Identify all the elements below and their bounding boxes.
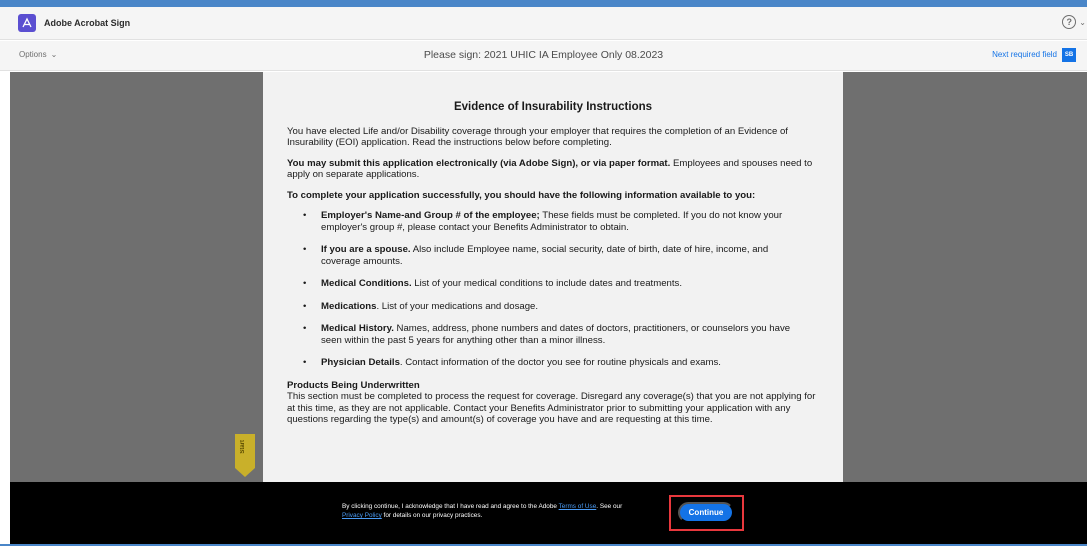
document-page: Evidence of Insurability Instructions Yo… xyxy=(263,72,843,482)
chevron-down-icon[interactable]: ⌄ xyxy=(1079,18,1086,27)
consent-text: By clicking continue, I acknowledge that… xyxy=(342,502,632,520)
consent-text-part1: By clicking continue, I acknowledge that… xyxy=(342,503,559,510)
bullet-glyph: • xyxy=(303,244,307,255)
products-paragraph: This section must be completed to proces… xyxy=(287,391,816,425)
user-initials-badge[interactable]: SB xyxy=(1062,48,1076,62)
list-item-bold: If you are a spouse. xyxy=(321,244,411,255)
continue-button[interactable]: Continue xyxy=(678,502,734,523)
list-item-text: List of your medical conditions to inclu… xyxy=(411,278,682,289)
left-gutter xyxy=(0,72,10,544)
bullet-glyph: • xyxy=(303,323,307,334)
info-heading: To complete your application successfull… xyxy=(287,189,756,201)
start-signing-tag[interactable]: Start xyxy=(235,434,255,477)
list-item-bold: Physician Details xyxy=(321,357,400,368)
bullet-glyph: • xyxy=(303,210,307,221)
next-required-field-link[interactable]: Next required field xyxy=(992,50,1057,59)
list-item-bold: Medical Conditions. xyxy=(321,278,412,289)
bullet-glyph: • xyxy=(303,357,307,368)
top-accent-bar xyxy=(0,0,1087,7)
app-header: Adobe Acrobat Sign ? ⌄ xyxy=(0,7,1087,40)
consent-text-part3: for details on our privacy practices. xyxy=(381,512,483,519)
list-item: • Medical Conditions. List of your medica… xyxy=(287,278,819,290)
list-item: • If you are a spouse. Also include Emplo… xyxy=(287,244,819,267)
list-item-text: . Contact information of the doctor you … xyxy=(399,357,721,368)
list-item: • Medications. List of your medications a… xyxy=(287,301,819,313)
products-heading: Products Being Underwritten xyxy=(287,379,420,391)
consent-bar: By clicking continue, I acknowledge that… xyxy=(10,482,1087,544)
list-item-text: . List of your medications and dosage. xyxy=(376,300,539,312)
list-item-bold: Medical History. xyxy=(321,323,394,334)
brand-name: Adobe Acrobat Sign xyxy=(44,18,131,28)
list-item-bold: Employer's Name-and Group # of the emplo… xyxy=(321,210,540,221)
bullet-glyph: • xyxy=(303,278,307,289)
list-item: • Physician Details. Contact information … xyxy=(287,357,819,369)
list-item: • Medical History. Names, address, phone … xyxy=(287,323,819,346)
submit-bold-text: You may submit this application electron… xyxy=(287,157,671,169)
help-menu[interactable]: ? ⌄ xyxy=(1062,15,1087,29)
document-toolbar: Options ⌄ Please sign: 2021 UHIC IA Empl… xyxy=(0,41,1087,71)
list-item-bold: Medications xyxy=(321,300,377,312)
requirements-list: • Employer's Name-and Group # of the empl… xyxy=(287,210,819,369)
consent-text-part2: . See our xyxy=(596,503,623,510)
submit-paragraph: You may submit this application electron… xyxy=(287,158,819,181)
help-circle-icon[interactable]: ? xyxy=(1062,15,1077,29)
privacy-policy-link[interactable]: Privacy Policy xyxy=(342,512,382,519)
terms-of-use-link[interactable]: Terms of Use xyxy=(559,503,597,510)
intro-paragraph: You have elected Life and/or Disability … xyxy=(287,125,788,149)
document-title: Please sign: 2021 UHIC IA Employee Only … xyxy=(423,49,664,61)
start-tag-label[interactable]: Start xyxy=(240,440,246,454)
adobe-acrobat-sign-logo-icon xyxy=(18,14,36,32)
document-heading: Evidence of Insurability Instructions xyxy=(453,101,653,113)
list-item: • Employer's Name-and Group # of the empl… xyxy=(287,210,819,233)
bullet-glyph: • xyxy=(303,300,307,312)
document-viewer[interactable]: Evidence of Insurability Instructions Yo… xyxy=(10,72,1087,482)
